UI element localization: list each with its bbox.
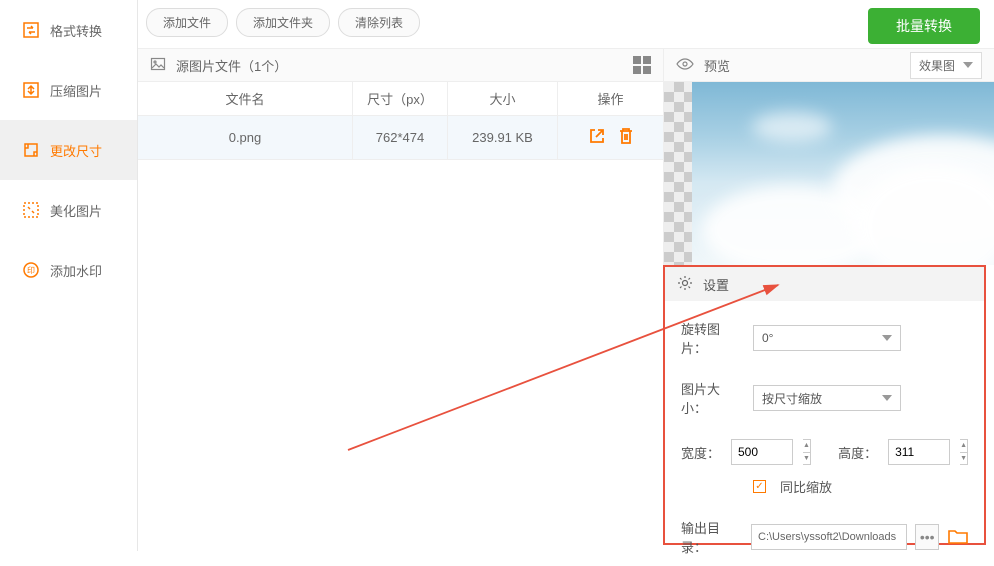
resize-select[interactable]: 按尺寸缩放 [753, 385, 901, 411]
header-filesize: 大小 [448, 82, 558, 115]
view-mode-toggle[interactable] [633, 56, 651, 74]
sidebar-item-beautify[interactable]: 美化图片 [0, 180, 137, 240]
cell-operations [558, 116, 663, 159]
compress-icon [22, 81, 40, 99]
sidebar-label: 添加水印 [50, 261, 102, 280]
effect-dropdown[interactable]: 效果图 [910, 52, 982, 79]
height-spinner[interactable]: ▲▼ [960, 439, 968, 465]
rotate-label: 旋转图片： [681, 319, 743, 357]
rotate-row: 旋转图片： 0° [681, 319, 968, 357]
convert-icon [22, 21, 40, 39]
preview-bar: 预览 效果图 [663, 48, 994, 82]
beautify-icon [22, 201, 40, 219]
width-input[interactable] [731, 439, 793, 465]
watermark-icon: 印 [22, 261, 40, 279]
output-row: 输出目录： ••• [681, 518, 968, 556]
output-path-input[interactable] [751, 524, 907, 550]
sidebar-label: 格式转换 [50, 21, 102, 40]
preview-area [663, 82, 994, 265]
cell-filename: 0.png [138, 116, 353, 159]
preview-image [692, 82, 994, 265]
eye-icon [676, 55, 694, 76]
gear-icon [677, 275, 693, 294]
cell-filesize: 239.91 KB [448, 116, 558, 159]
sidebar-label: 美化图片 [50, 201, 102, 220]
sidebar-item-format-convert[interactable]: 格式转换 [0, 0, 137, 60]
sidebar: 格式转换 压缩图片 更改尺寸 美化图片 印 添加水印 [0, 0, 137, 551]
sidebar-label: 更改尺寸 [50, 141, 102, 160]
toolbar: 添加文件 添加文件夹 清除列表 [146, 8, 420, 37]
dimensions-row: 宽度： ▲▼ 高度： ▲▼ [681, 439, 968, 465]
svg-text:印: 印 [27, 266, 35, 275]
browse-button[interactable]: ••• [915, 524, 939, 550]
sidebar-item-watermark[interactable]: 印 添加水印 [0, 240, 137, 300]
open-external-icon[interactable] [588, 127, 606, 148]
cell-dimensions: 762*474 [353, 116, 448, 159]
width-spinner[interactable]: ▲▼ [803, 439, 811, 465]
add-file-button[interactable]: 添加文件 [146, 8, 228, 37]
settings-header: 设置 [665, 267, 984, 301]
header-dimensions: 尺寸（px） [353, 82, 448, 115]
image-icon [150, 56, 166, 75]
main-area: 添加文件 添加文件夹 清除列表 批量转换 源图片文件（1个） 文件名 尺寸（px… [137, 0, 994, 551]
lock-ratio-row: ✓ 同比缩放 [753, 477, 968, 496]
sidebar-item-compress[interactable]: 压缩图片 [0, 60, 137, 120]
rotate-value: 0° [762, 331, 773, 345]
sidebar-label: 压缩图片 [50, 81, 102, 100]
lock-ratio-checkbox[interactable]: ✓ [753, 480, 766, 493]
height-input[interactable] [888, 439, 950, 465]
source-bar: 源图片文件（1个） [138, 48, 663, 82]
source-label: 源图片文件（1个） [176, 56, 287, 75]
lock-ratio-label: 同比缩放 [780, 477, 832, 496]
effect-value: 效果图 [919, 57, 955, 74]
table-row[interactable]: 0.png 762*474 239.91 KB [138, 116, 663, 160]
rotate-select[interactable]: 0° [753, 325, 901, 351]
chevron-down-icon [963, 62, 973, 68]
preview-label: 预览 [704, 56, 730, 75]
sidebar-item-resize[interactable]: 更改尺寸 [0, 120, 137, 180]
settings-panel: 设置 旋转图片： 0° 图片大小： 按尺寸缩放 宽度： ▲▼ [663, 265, 986, 545]
header-operations: 操作 [558, 82, 663, 115]
header-filename: 文件名 [138, 82, 353, 115]
open-folder-button[interactable] [947, 525, 968, 549]
chevron-down-icon [882, 335, 892, 341]
batch-convert-button[interactable]: 批量转换 [868, 8, 980, 44]
delete-icon[interactable] [618, 127, 634, 148]
chevron-down-icon [882, 395, 892, 401]
output-label: 输出目录： [681, 518, 743, 556]
clear-list-button[interactable]: 清除列表 [338, 8, 420, 37]
width-label: 宽度： [681, 443, 721, 462]
table-header: 文件名 尺寸（px） 大小 操作 [138, 82, 663, 116]
settings-title: 设置 [703, 275, 729, 294]
resize-label: 图片大小： [681, 379, 743, 417]
resize-value: 按尺寸缩放 [762, 390, 822, 407]
add-folder-button[interactable]: 添加文件夹 [236, 8, 330, 37]
resize-row: 图片大小： 按尺寸缩放 [681, 379, 968, 417]
resize-icon [22, 141, 40, 159]
height-label: 高度： [838, 443, 878, 462]
